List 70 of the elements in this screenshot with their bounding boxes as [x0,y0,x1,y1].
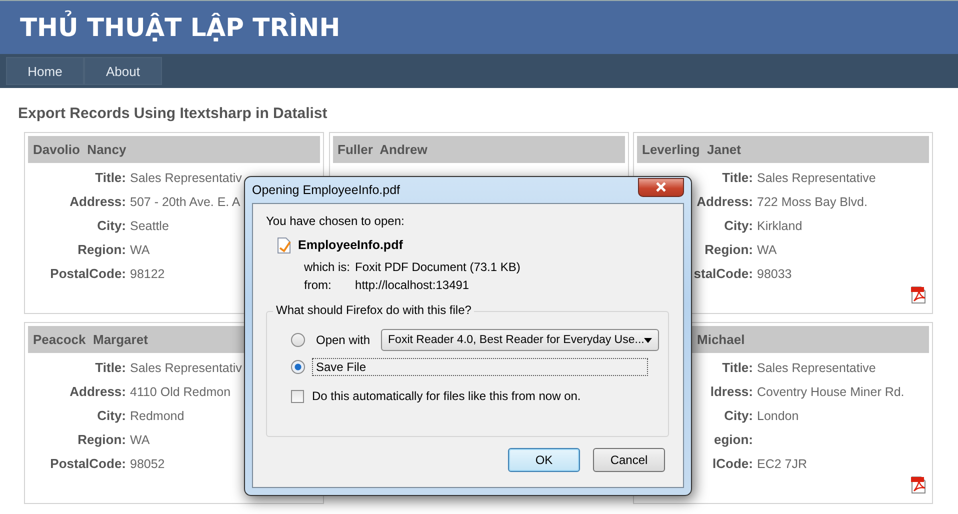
field-label: Region: [78,431,126,449]
field-label: Title: [95,359,126,377]
employee-name: Leverling Janet [642,142,741,157]
close-icon [655,182,667,192]
field-label: Address: [70,383,126,401]
field-label: Region: [704,241,753,259]
field-value: EC2 7JR [757,456,808,473]
field-label: City: [97,407,126,425]
dialog-button[interactable]: Cancel [593,448,665,472]
dialog-title: Opening EmployeeInfo.pdf [252,183,400,197]
field-label: City: [97,217,126,235]
field-value: WA [130,242,150,259]
employee-name: Davolio Nancy [33,142,126,157]
dialog-button[interactable]: OK [508,448,580,472]
caret-icon [644,338,652,342]
employee-name: Michael [697,332,745,347]
document-icon [276,236,292,254]
group-title: What should Firefox do with this file? [273,303,474,317]
field-value: Coventry House Miner Rd. [757,384,904,401]
field-value: Sales Representative [757,360,876,377]
field-label: Region: [78,241,126,259]
field-label: Address: [696,193,753,211]
nav-link[interactable]: About [84,57,162,85]
close-button[interactable] [638,178,684,196]
checkbox-label: Do this automatically for files like this from now on. [312,389,581,403]
info-label: from: [304,278,332,292]
field-value: Redmond [130,408,184,425]
intro-text: You have chosen to open: [266,214,406,228]
field-label: ldress: [710,383,753,401]
field-value: 98033 [757,266,792,283]
employee-name: Peacock Margaret [33,332,148,347]
field-value: 507 - 20th Ave. E. A [130,194,240,211]
radio-button[interactable] [291,360,305,374]
file-name: EmployeeInfo.pdf [298,238,403,252]
option-label[interactable]: Save File [312,358,648,376]
field-label: City: [724,407,753,425]
field-label: Title: [95,169,126,187]
field-value: Sales Representativ [130,360,242,377]
field-value: London [757,408,799,425]
field-value: WA [757,242,777,259]
option-label[interactable]: Open with [312,331,374,349]
pdf-icon[interactable] [910,476,926,494]
field-value: Kirkland [757,218,802,235]
field-label: City: [724,217,753,235]
field-label: PostalCode: [50,265,126,283]
field-value: Sales Representative [757,170,876,187]
field-label: stalCode: [694,265,753,283]
field-value: 4110 Old Redmon [130,384,231,401]
field-value: 98052 [130,456,165,473]
field-label: Address: [70,193,126,211]
checkbox[interactable] [291,390,304,402]
info-label: which is: [304,260,350,274]
file-type: Foxit PDF Document (73.1 KB) [355,260,522,274]
file-source: http://localhost:13491 [355,278,470,292]
pdf-icon[interactable] [910,286,926,304]
field-value: 722 Moss Bay Blvd. [757,194,868,211]
application-dropdown[interactable]: Foxit Reader 4.0, Best Reader for Everyday Use... [381,329,660,351]
employee-name: Fuller Andrew [338,142,428,157]
field-label: Title: [722,169,753,187]
nav-link[interactable]: Home [6,57,84,85]
field-value: Sales Representativ [130,170,242,187]
field-label: lCode: [712,455,753,473]
page-heading: Export Records Using Itextsharp in Datalist [18,105,328,122]
field-label: Title: [722,359,753,377]
field-value: 98122 [130,266,165,283]
field-value: WA [130,432,150,449]
field-value: Seattle [130,218,169,235]
field-label: PostalCode: [50,455,126,473]
field-label: egion: [714,431,753,449]
radio-button[interactable] [291,333,305,347]
